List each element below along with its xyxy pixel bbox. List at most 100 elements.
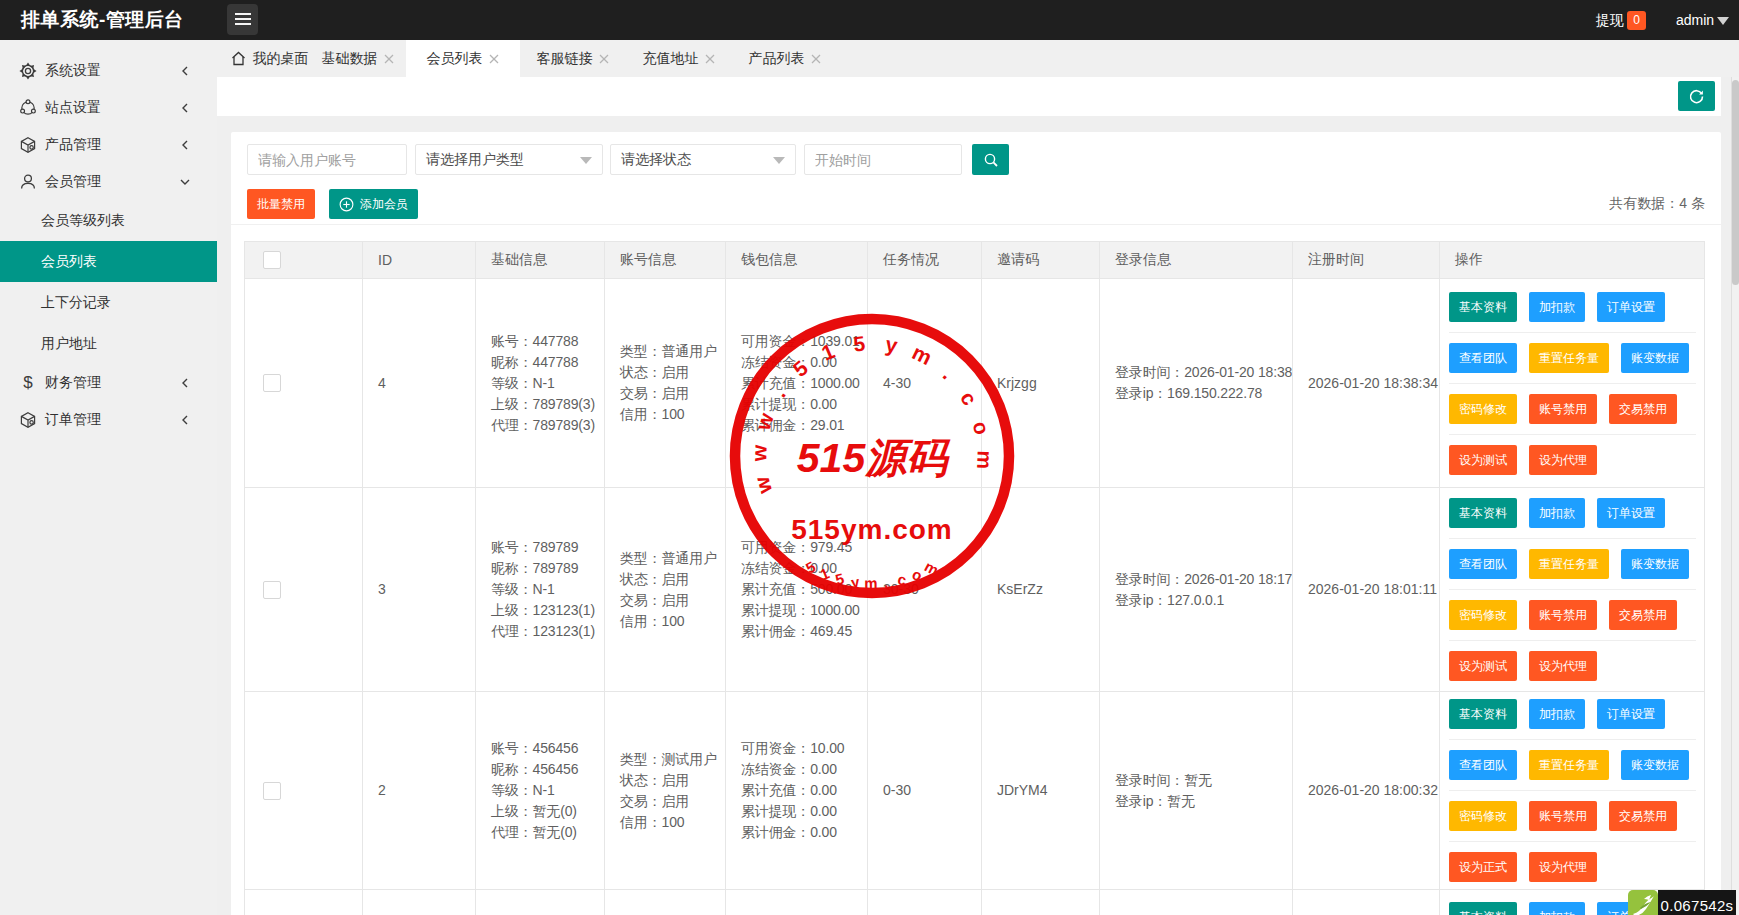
tab-service-link[interactable]: 客服链接 [520,40,626,77]
row-action-button[interactable]: 重置任务量 [1529,750,1609,780]
row-action-button[interactable]: 设为测试 [1449,651,1517,681]
refresh-button[interactable] [1678,81,1715,111]
sidebar-item-system-settings[interactable]: 系统设置 [0,52,217,89]
tab-label: 客服链接 [537,40,593,77]
action-group-divider [1449,589,1696,590]
total-count-text: 共有数据：4 条 [1609,195,1705,213]
sidebar-item-label: 财务管理 [45,374,101,392]
row-action-button[interactable]: 基本资料 [1449,902,1517,915]
row-checkbox[interactable] [263,581,281,599]
user-type-select[interactable]: 请选择用户类型 [415,144,603,175]
batch-disable-button[interactable]: 批量禁用 [247,189,315,219]
close-icon[interactable] [810,53,822,65]
row-action-button[interactable]: 密码修改 [1449,801,1517,831]
row-action-button[interactable]: 查看团队 [1449,549,1517,579]
row-action-button[interactable]: 账号禁用 [1529,801,1597,831]
row-action-button[interactable]: 重置任务量 [1529,549,1609,579]
row-checkbox[interactable] [263,782,281,800]
cell-base-info [476,890,605,915]
cell-wallet-info [726,890,868,915]
sidebar-item-label: 站点设置 [45,99,101,117]
row-action-button[interactable]: 订单设置 [1597,292,1665,322]
close-icon[interactable] [598,53,610,65]
tab-recharge-address[interactable]: 充值地址 [626,40,732,77]
sidebar-item-order-management[interactable]: 订单管理 [0,401,217,438]
row-action-button[interactable]: 加扣款 [1529,292,1585,322]
row-action-button[interactable]: 订单设置 [1597,498,1665,528]
row-action-button[interactable]: 重置任务量 [1529,343,1609,373]
close-icon[interactable] [383,53,395,65]
row-action-button[interactable]: 基本资料 [1449,699,1517,729]
tab-my-desktop[interactable]: 我的桌面 [217,40,310,77]
row-action-button[interactable]: 加扣款 [1529,498,1585,528]
action-group-divider [1449,640,1696,641]
row-action-button[interactable]: 加扣款 [1529,699,1585,729]
tab-bar: 我的桌面 基础数据 会员列表 客服链接 充值地址 产品列 [217,40,1739,77]
sidebar-item-product-management[interactable]: 产品管理 [0,126,217,163]
scrollbar-thumb[interactable] [1732,80,1739,285]
row-action-button[interactable]: 设为正式 [1449,852,1517,882]
row-action-button[interactable]: 加扣款 [1529,902,1585,915]
row-action-button[interactable]: 设为测试 [1449,445,1517,475]
row-action-button[interactable]: 查看团队 [1449,343,1517,373]
tab-product-list[interactable]: 产品列表 [732,40,838,77]
withdraw-menu[interactable]: 提现 [1596,0,1624,40]
row-action-button[interactable]: 设为代理 [1529,651,1597,681]
cube-icon [19,411,37,429]
withdraw-count-badge[interactable]: 0 [1627,11,1646,30]
row-action-button[interactable]: 交易禁用 [1609,801,1677,831]
row-action-button[interactable]: 交易禁用 [1609,600,1677,630]
row-action-button[interactable]: 账变数据 [1621,750,1689,780]
sidebar-item-member-list[interactable]: 会员列表 [0,241,217,282]
row-action-button[interactable]: 账号禁用 [1529,600,1597,630]
cell-id: 4 [363,279,476,488]
row-action-button[interactable]: 设为代理 [1529,445,1597,475]
row-action-button[interactable]: 设为代理 [1529,852,1597,882]
row-action-button[interactable]: 基本资料 [1449,498,1517,528]
sidebar-item-finance-management[interactable]: $ 财务管理 [0,364,217,401]
page-body: 请选择用户类型 请选择状态 批量禁用 [217,116,1721,915]
user-menu[interactable]: admin [1676,0,1714,40]
row-action-button[interactable]: 账号禁用 [1529,394,1597,424]
row-action-button[interactable]: 基本资料 [1449,292,1517,322]
vertical-scrollbar[interactable] [1731,77,1739,915]
tab-basic-data[interactable]: 基础数据 [310,40,406,77]
cell-account-info [605,890,726,915]
row-checkbox[interactable] [263,374,281,392]
cell-login-info [1100,890,1293,915]
cell-tasks [868,890,982,915]
row-action-button[interactable]: 密码修改 [1449,600,1517,630]
sidebar-item-member-level-list[interactable]: 会员等级列表 [0,200,217,241]
chevron-down-icon[interactable] [1717,17,1729,25]
row-action-button[interactable]: 查看团队 [1449,750,1517,780]
cell-invite-code: KsErZz [982,488,1100,692]
cell-id [363,890,476,915]
top-bar: 排单系统-管理后台 提现 0 admin [0,0,1739,40]
close-icon[interactable] [704,53,716,65]
sidebar-item-score-records[interactable]: 上下分记录 [0,282,217,323]
table-row: 基本资料加扣款订单设置 [245,890,1705,915]
debug-toolbar[interactable]: 0.067542s [1628,890,1736,915]
row-action-button[interactable]: 账变数据 [1621,343,1689,373]
action-group-divider [1449,739,1696,740]
row-action-button[interactable]: 账变数据 [1621,549,1689,579]
row-action-button[interactable]: 订单设置 [1597,699,1665,729]
cell-id: 2 [363,692,476,890]
sidebar-item-user-address[interactable]: 用户地址 [0,323,217,364]
row-action-button[interactable]: 密码修改 [1449,394,1517,424]
add-member-button[interactable]: 添加会员 [329,189,418,219]
account-search-input[interactable] [247,144,407,175]
cell-invite-code [982,890,1100,915]
row-action-button[interactable]: 交易禁用 [1609,394,1677,424]
start-time-input[interactable] [804,144,962,175]
sidebar-item-member-management[interactable]: 会员管理 [0,163,217,200]
sidebar-toggle-button[interactable] [227,4,258,35]
search-icon [983,152,999,168]
search-button[interactable] [972,144,1009,175]
status-select[interactable]: 请选择状态 [610,144,796,175]
sidebar-item-site-settings[interactable]: 站点设置 [0,89,217,126]
cell-invite-code: Krjzgg [982,279,1100,488]
select-all-checkbox[interactable] [263,251,281,269]
tab-member-list[interactable]: 会员列表 [406,40,520,77]
close-icon[interactable] [488,53,500,65]
